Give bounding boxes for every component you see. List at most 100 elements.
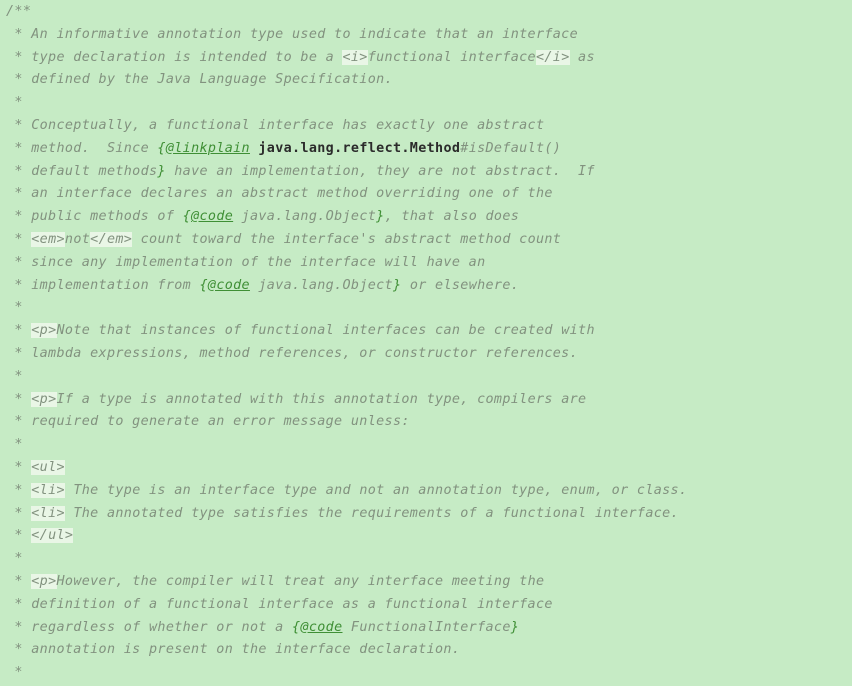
comment-text: * regardless of whether or not a xyxy=(6,619,293,635)
code-line[interactable]: * public methods of {@code java.lang.Obj… xyxy=(6,206,852,229)
code-line[interactable]: * Conceptually, a functional interface h… xyxy=(6,115,852,138)
comment-text: The annotated type satisfies the require… xyxy=(64,505,679,521)
code-line[interactable]: * <p>If a type is annotated with this an… xyxy=(6,389,852,412)
comment-text: FunctionalInterface xyxy=(342,619,511,635)
comment-text: java.lang.Object xyxy=(233,209,377,225)
comment-text: * xyxy=(6,459,32,475)
javadoc-tag-name: @code xyxy=(207,277,250,293)
code-line[interactable]: * xyxy=(6,662,852,685)
comment-text: * xyxy=(6,300,23,316)
code-line[interactable]: * <em>not</em> count toward the interfac… xyxy=(6,229,852,252)
comment-text: * since any implementation of the interf… xyxy=(6,254,486,270)
code-line[interactable]: * regardless of whether or not a {@code … xyxy=(6,617,852,640)
comment-text: * definition of a functional interface a… xyxy=(6,596,553,612)
code-line[interactable]: * defined by the Java Language Specifica… xyxy=(6,69,852,92)
comment-text: * type declaration is intended to be a xyxy=(6,49,343,65)
html-tag: </i> xyxy=(535,49,570,65)
javadoc-tag-brace: } xyxy=(376,209,385,225)
code-line[interactable]: * implementation from {@code java.lang.O… xyxy=(6,275,852,298)
javadoc-tag-brace: } xyxy=(510,619,520,635)
code-line[interactable]: * <p>Note that instances of functional i… xyxy=(6,320,852,343)
comment-text: * xyxy=(6,437,23,453)
javadoc-tag-brace: { xyxy=(182,209,192,225)
code-line[interactable]: /** xyxy=(6,1,852,24)
comment-text: * public methods of xyxy=(6,209,183,225)
code-line[interactable]: * an interface declares an abstract meth… xyxy=(6,183,852,206)
html-tag: <ul> xyxy=(31,459,65,475)
comment-text: * Conceptually, a functional interface h… xyxy=(6,117,545,133)
html-tag: <i> xyxy=(342,49,368,65)
html-tag: </ul> xyxy=(31,528,74,544)
comment-text: * defined by the Java Language Specifica… xyxy=(6,72,393,88)
javadoc-tag-name: @code xyxy=(191,209,234,225)
html-tag: <p> xyxy=(31,391,57,407)
comment-text: * xyxy=(6,551,23,567)
comment-text: count toward the interface's abstract me… xyxy=(132,231,562,247)
comment-text: * xyxy=(6,665,23,681)
code-line[interactable]: * required to generate an error message … xyxy=(6,411,852,434)
comment-text: , that also does xyxy=(384,209,520,225)
code-line[interactable]: * <p>However, the compiler will treat an… xyxy=(6,571,852,594)
code-line[interactable]: * lambda expressions, method references,… xyxy=(6,343,852,366)
code-line[interactable]: * An informative annotation type used to… xyxy=(6,24,852,47)
comment-text: * xyxy=(6,323,32,339)
comment-text: or elsewhere. xyxy=(401,277,520,293)
code-line[interactable]: * <li> The type is an interface type and… xyxy=(6,480,852,503)
comment-text: * required to generate an error message … xyxy=(6,414,410,430)
comment-text: * xyxy=(6,573,32,589)
html-tag: <em> xyxy=(31,231,65,247)
code-line[interactable]: * definition of a functional interface a… xyxy=(6,594,852,617)
code-line[interactable]: * xyxy=(6,434,852,457)
comment-text: * an interface declares an abstract meth… xyxy=(6,186,553,202)
comment-text: * An informative annotation type used to… xyxy=(6,26,579,42)
html-tag: <p> xyxy=(31,573,57,589)
comment-text: If a type is annotated with this annotat… xyxy=(56,391,587,407)
comment-text: as xyxy=(569,49,595,65)
code-line[interactable]: * annotation is present on the interface… xyxy=(6,639,852,662)
comment-text: * xyxy=(6,368,23,384)
comment-text: * implementation from xyxy=(6,277,200,293)
code-line[interactable]: * type declaration is intended to be a <… xyxy=(6,47,852,70)
javadoc-tag-brace: } xyxy=(157,163,166,179)
comment-text: * xyxy=(6,482,32,498)
code-line[interactable]: * xyxy=(6,366,852,389)
html-tag: <li> xyxy=(31,505,65,521)
javadoc-tag-brace: { xyxy=(157,140,166,156)
comment-text: * method. Since xyxy=(6,140,158,156)
comment-text: functional interface xyxy=(367,49,536,65)
comment-text: #isDefault() xyxy=(460,140,562,156)
comment-text: * annotation is present on the interface… xyxy=(6,642,461,658)
javadoc-tag-name: @linkplain xyxy=(165,140,250,156)
comment-text: * default methods xyxy=(6,163,158,179)
comment-text: * xyxy=(6,505,32,521)
code-line[interactable]: * xyxy=(6,297,852,320)
html-tag: </em> xyxy=(90,231,133,247)
html-tag: <li> xyxy=(31,482,65,498)
comment-text: * xyxy=(6,231,32,247)
comment-text: * xyxy=(6,528,32,544)
comment-text: not xyxy=(64,231,91,247)
comment-text: Note that instances of functional interf… xyxy=(56,323,595,339)
code-line[interactable]: * method. Since {@linkplain java.lang.re… xyxy=(6,138,852,161)
code-content-area[interactable]: /** * An informative annotation type use… xyxy=(6,1,852,685)
comment-text: * xyxy=(6,95,23,111)
code-line[interactable]: * <li> The annotated type satisfies the … xyxy=(6,503,852,526)
javadoc-tag-brace: { xyxy=(199,277,208,293)
javadoc-reference: java.lang.reflect.Method xyxy=(258,140,461,156)
comment-text: The type is an interface type and not an… xyxy=(64,482,688,498)
comment-text: * lambda expressions, method references,… xyxy=(6,345,579,361)
comment-text: java.lang.Object xyxy=(249,277,393,293)
code-line[interactable]: * <ul> xyxy=(6,457,852,480)
comment-text: * xyxy=(6,391,32,407)
code-editor-pane[interactable]: /** * An informative annotation type use… xyxy=(0,0,852,686)
javadoc-tag-name: @code xyxy=(300,619,343,635)
code-line[interactable]: * </ul> xyxy=(6,525,852,548)
code-line[interactable]: * xyxy=(6,548,852,571)
code-line[interactable]: * since any implementation of the interf… xyxy=(6,252,852,275)
comment-text: /** xyxy=(6,4,32,19)
comment-text: However, the compiler will treat any int… xyxy=(56,573,545,589)
code-line[interactable]: * default methods} have an implementatio… xyxy=(6,161,852,184)
code-line[interactable]: * xyxy=(6,92,852,115)
html-tag: <p> xyxy=(31,323,57,339)
comment-text: have an implementation, they are not abs… xyxy=(165,163,595,179)
